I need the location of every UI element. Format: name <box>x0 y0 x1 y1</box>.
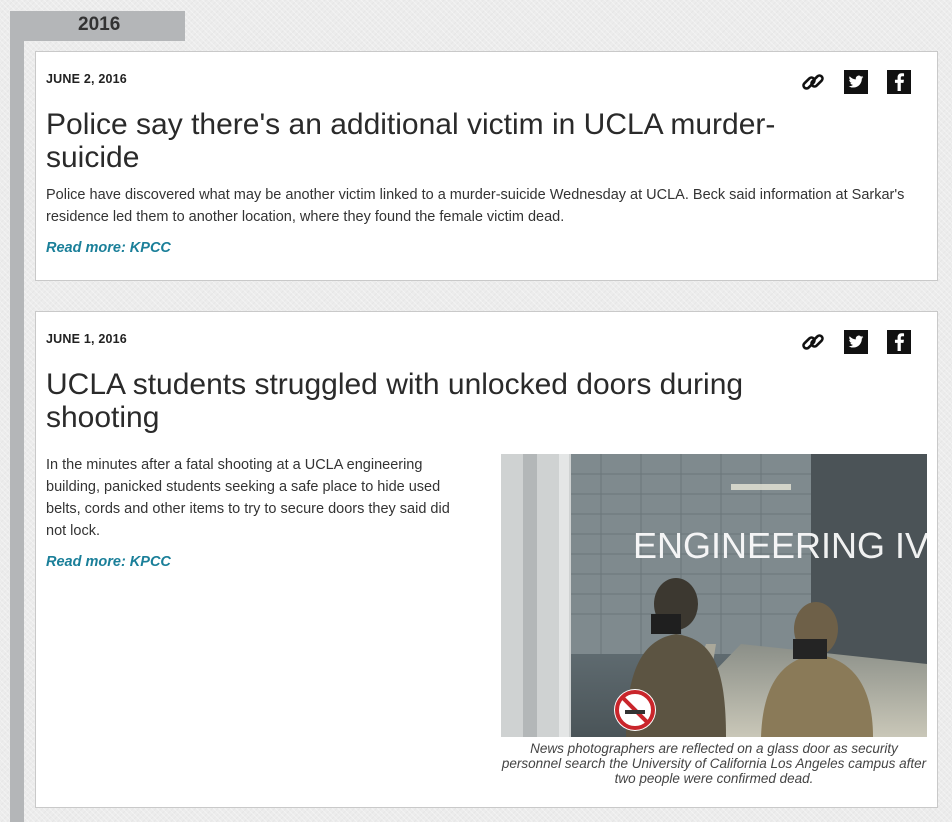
link-icon[interactable] <box>801 330 825 354</box>
share-bar <box>782 70 911 94</box>
article-photo: ENGINEERING IV <box>501 454 927 737</box>
facebook-icon[interactable] <box>887 330 911 354</box>
twitter-icon[interactable] <box>844 330 868 354</box>
article-summary: In the minutes after a fatal shooting at… <box>46 457 450 539</box>
year-tab[interactable]: 2016 <box>10 11 185 41</box>
read-more-link[interactable]: Read more: KPCC <box>46 240 171 256</box>
article-summary: Police have discovered what may be anoth… <box>46 187 905 225</box>
article-headline: UCLA students struggled with unlocked do… <box>46 368 744 434</box>
twitter-icon[interactable] <box>844 70 868 94</box>
timeline-bar <box>10 11 24 822</box>
read-more-link[interactable]: Read more: KPCC <box>46 554 171 570</box>
article-card: JUNE 2, 2016 Police say there's an addit… <box>35 51 938 281</box>
article-date: JUNE 1, 2016 <box>46 332 127 346</box>
link-icon[interactable] <box>801 70 825 94</box>
share-bar <box>782 330 911 354</box>
photo-caption: News photographers are reflected on a gl… <box>501 741 927 786</box>
article-headline: Police say there's an additional victim … <box>46 108 776 174</box>
photo-sign-text: ENGINEERING IV <box>633 525 927 566</box>
article-date: JUNE 2, 2016 <box>46 72 127 86</box>
facebook-icon[interactable] <box>887 70 911 94</box>
article-card: JUNE 1, 2016 UCLA students struggled wit… <box>35 311 938 808</box>
